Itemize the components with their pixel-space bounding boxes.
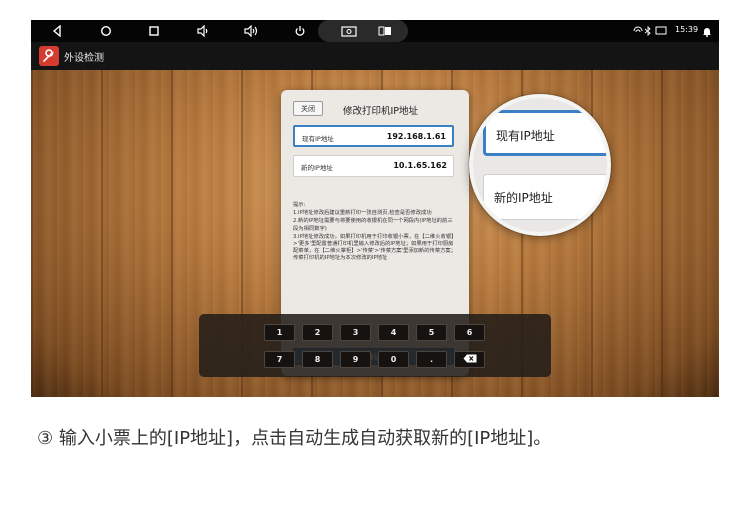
numeric-keypad: 1 2 3 4 5 6 7 8 9 0 . — [199, 314, 551, 377]
key-0[interactable]: 0 — [378, 351, 409, 368]
hint-line: 2.新的IP地址需要与将要使用的收银机在同一个网段内(IP地址的前三段为相同数字… — [293, 218, 453, 232]
volume-down-icon[interactable] — [195, 23, 211, 39]
power-icon[interactable] — [292, 23, 308, 39]
status-bar: 15:39 — [31, 20, 719, 42]
key-4[interactable]: 4 — [378, 324, 409, 341]
magnified-new-ip-label: 新的IP地址 — [494, 191, 553, 205]
close-button[interactable]: 关闭 — [293, 101, 323, 116]
current-ip-value: 192.168.1.61 — [386, 132, 446, 141]
key-1[interactable]: 1 — [264, 324, 295, 341]
current-ip-field[interactable]: 现有IP地址 192.168.1.61 — [293, 125, 454, 147]
key-6[interactable]: 6 — [454, 324, 485, 341]
hint-line: 1.IP地址修改后建议重新打印一张自测页,检查是否修改成功 — [293, 210, 432, 217]
notification-icon — [701, 23, 713, 39]
gallery-icon[interactable] — [377, 23, 393, 39]
bluetooth-icon — [643, 23, 653, 39]
app-bar: 外设检测 — [31, 42, 719, 70]
new-ip-label: 新的IP地址 — [301, 164, 333, 172]
dialog-title: 修改打印机IP地址 — [343, 106, 419, 117]
back-icon[interactable] — [49, 23, 65, 39]
magnified-new-ip-field: 新的IP地址 — [483, 174, 607, 220]
key-9[interactable]: 9 — [340, 351, 371, 368]
key-dot[interactable]: . — [416, 351, 447, 368]
status-time: 15:39 — [675, 25, 699, 34]
key-2[interactable]: 2 — [302, 324, 333, 341]
step-caption: ③ 输入小票上的[IP地址]，点击自动生成自动获取新的[IP地址]。 — [37, 428, 552, 449]
key-delete[interactable] — [454, 351, 485, 368]
magnified-current-ip-label: 现有IP地址 — [496, 129, 555, 143]
key-8[interactable]: 8 — [302, 351, 333, 368]
device-screen: 15:39 外设检测 关闭 修改打印机IP地址 现有IP地址 192.168.1… — [31, 20, 719, 397]
key-5[interactable]: 5 — [416, 324, 447, 341]
hint-line: 3.IP地址修改成功，如果打印机用于打印收银小票，在【二维火收银】>'更多'里配… — [293, 233, 457, 262]
hint-title: 提示: — [293, 202, 306, 208]
current-ip-label: 现有IP地址 — [302, 135, 334, 143]
magnified-current-ip-field: 现有IP地址 — [483, 110, 607, 156]
wrench-icon[interactable] — [39, 46, 59, 66]
new-ip-value: 10.1.65.162 — [393, 161, 447, 170]
recents-icon[interactable] — [146, 23, 162, 39]
key-7[interactable]: 7 — [264, 351, 295, 368]
volume-up-icon[interactable] — [243, 23, 259, 39]
cast-icon — [654, 23, 668, 39]
home-icon[interactable] — [98, 23, 114, 39]
magnifier-callout: 现有IP地址 新的IP地址 — [469, 94, 611, 236]
nav-pill — [318, 20, 408, 42]
key-3[interactable]: 3 — [340, 324, 371, 341]
backspace-icon — [463, 354, 477, 365]
app-title: 外设检测 — [64, 53, 104, 64]
screenshot-icon[interactable] — [341, 23, 357, 39]
hint-text: 提示: 1.IP地址修改后建议重新打印一张自测页,检查是否修改成功 2.新的IP… — [293, 202, 456, 264]
new-ip-field[interactable]: 新的IP地址 10.1.65.162 — [293, 155, 454, 177]
